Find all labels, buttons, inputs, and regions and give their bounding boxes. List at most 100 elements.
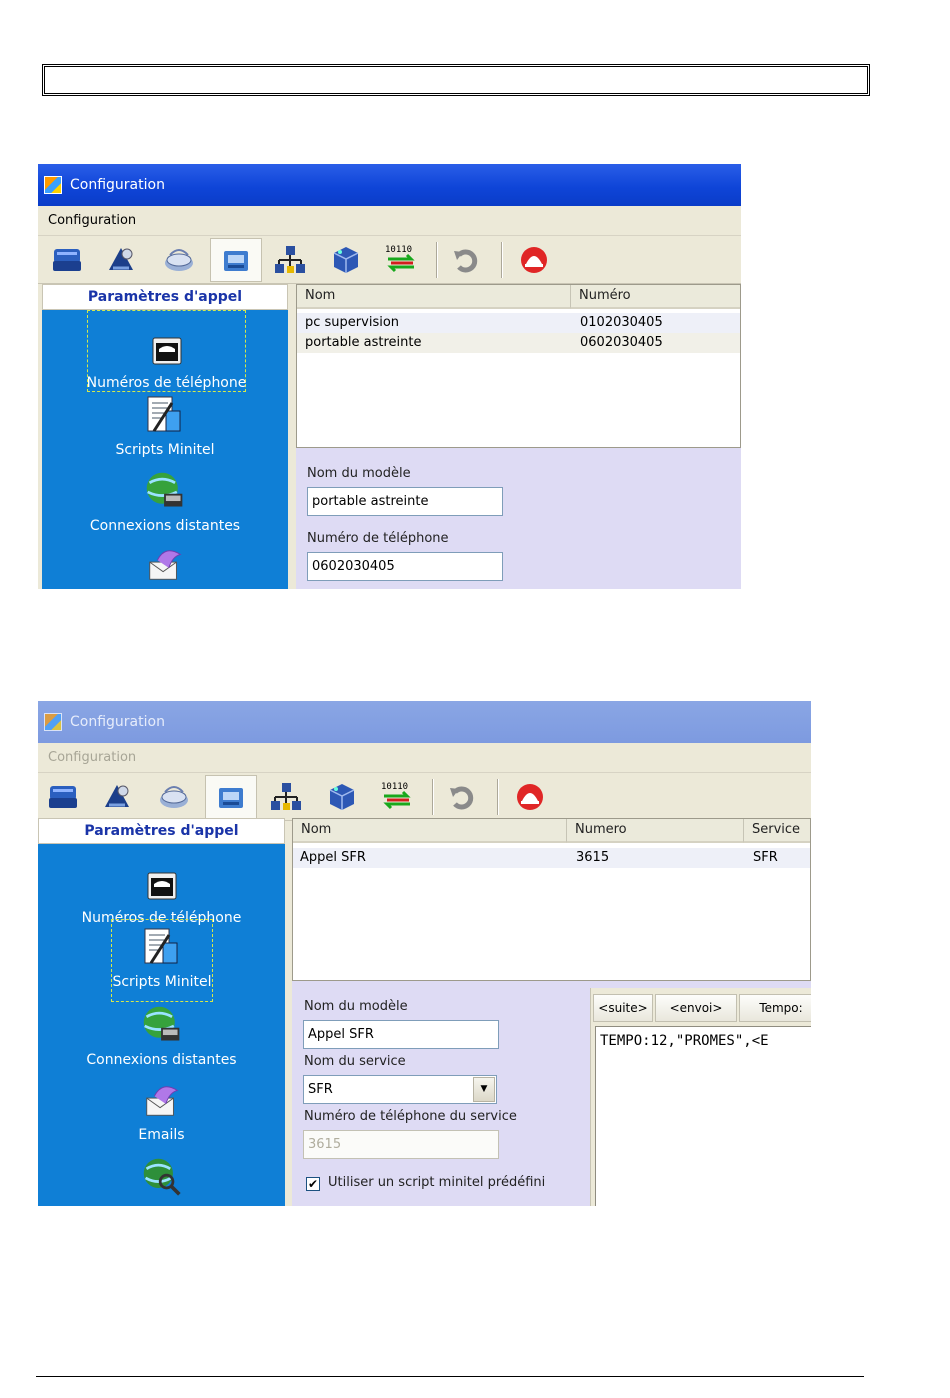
app-icon [44, 713, 62, 731]
cell-nom: pc supervision [305, 315, 400, 330]
service-name-label: Nom du service [304, 1054, 406, 1069]
data-transfer-icon[interactable]: 10110 [382, 241, 420, 279]
sidebar-item-minitel-scripts[interactable]: Scripts Minitel [42, 394, 288, 458]
sidebar-header: Paramètres d'appel [42, 284, 288, 310]
model-name-input[interactable]: portable astreinte [307, 487, 503, 516]
phone-numbers-list: Nom Numéro pc supervision 0102030405 por… [296, 284, 741, 448]
table-row[interactable]: Appel SFR 3615 SFR [293, 848, 810, 868]
menu-configuration[interactable]: Configuration [48, 213, 136, 228]
title-bar[interactable]: Configuration [38, 701, 811, 743]
sidebar-item-label: Scripts Minitel [115, 442, 215, 458]
cube-icon[interactable] [327, 241, 365, 279]
table-row[interactable]: pc supervision 0102030405 [297, 313, 740, 333]
column-header-numero[interactable]: Numéro [571, 285, 740, 309]
email-envelope-icon [144, 541, 186, 587]
detail-form: Nom du modèle Appel SFR Nom du service S… [292, 981, 811, 1206]
document-header-box [42, 64, 870, 96]
model-name-label: Nom du modèle [304, 999, 408, 1014]
data-transfer-icon[interactable]: 10110 [378, 778, 416, 816]
column-header-nom[interactable]: Nom [293, 819, 567, 843]
column-header-numero[interactable]: Numero [567, 819, 744, 843]
chevron-down-icon[interactable]: ▼ [473, 1077, 495, 1102]
model-name-label: Nom du modèle [307, 466, 411, 481]
predefined-script-label: Utiliser un script minitel prédéfini [328, 1175, 546, 1190]
cell-numero: 0602030405 [580, 335, 663, 350]
globe-computer-icon [144, 468, 186, 514]
sidebar-item-remote-connections[interactable]: Connexions distantes [38, 1002, 285, 1068]
title-bar[interactable]: Configuration [38, 164, 741, 206]
column-header-service[interactable]: Service [744, 819, 810, 843]
service-name-select[interactable]: SFR ▼ [303, 1075, 497, 1104]
network-icon[interactable] [271, 241, 309, 279]
cube-icon[interactable] [323, 778, 361, 816]
menu-bar: Configuration [38, 743, 811, 773]
modem-icon[interactable] [160, 241, 198, 279]
menu-bar: Configuration [38, 206, 741, 236]
telephone-icon [141, 866, 183, 906]
telephone-icon [146, 331, 188, 371]
cell-nom: Appel SFR [300, 850, 366, 865]
script-textarea[interactable]: TEMPO:12,"PROMES",<E [595, 1026, 811, 1206]
column-header-nom[interactable]: Nom [297, 285, 571, 309]
detail-form: Nom du modèle portable astreinte Numéro … [296, 448, 741, 589]
toolbar-separator [501, 242, 503, 278]
sidebar-item-label: Scripts Minitel [112, 974, 212, 990]
service-phone-input: 3615 [303, 1130, 499, 1159]
toolbar-separator [497, 779, 499, 815]
transfer-label: 10110 [381, 782, 408, 792]
undo-icon[interactable] [443, 778, 481, 816]
phone-number-input[interactable]: 0602030405 [307, 552, 503, 581]
cell-numero: 0102030405 [580, 315, 663, 330]
sidebar-header: Paramètres d'appel [38, 818, 285, 844]
sidebar-item-emails[interactable] [42, 541, 288, 587]
sidebar-item-label: Emails [138, 1127, 185, 1143]
insert-suite-button[interactable]: <suite> [593, 994, 653, 1022]
script-notepad-icon [144, 394, 186, 438]
wizard-icon[interactable] [102, 241, 140, 279]
sidebar-item-phone-numbers[interactable]: Numéros de téléphone [87, 310, 246, 392]
cell-numero: 3615 [576, 850, 610, 865]
alarm-icon[interactable] [511, 778, 549, 816]
printer-icon[interactable] [44, 778, 82, 816]
undo-icon[interactable] [447, 241, 485, 279]
sidebar-item-ip[interactable] [38, 1154, 285, 1200]
sidebar-item-label: Connexions distantes [89, 518, 241, 534]
configuration-window-1: Configuration Configuration 10110 Paramè… [38, 164, 741, 589]
script-notepad-icon [141, 926, 183, 970]
footer-rule [36, 1376, 864, 1377]
menu-configuration[interactable]: Configuration [48, 750, 136, 765]
wizard-icon[interactable] [98, 778, 136, 816]
window-title: Configuration [70, 177, 165, 193]
toolbar-separator [436, 242, 438, 278]
sidebar-item-remote-connections[interactable]: Connexions distantes [42, 468, 288, 534]
sidebar: Paramètres d'appel Numéros de téléphone … [42, 284, 288, 589]
model-name-input[interactable]: Appel SFR [303, 1020, 499, 1049]
app-icon [44, 176, 62, 194]
globe-search-icon [141, 1154, 183, 1200]
sidebar-item-label: Numéros de téléphone [86, 375, 247, 391]
phone-settings-icon[interactable] [205, 775, 257, 819]
toolbar-separator [432, 779, 434, 815]
predefined-script-checkbox[interactable]: ✔ [306, 1177, 320, 1191]
modem-icon[interactable] [155, 778, 193, 816]
cell-service: SFR [753, 850, 778, 865]
cell-nom: portable astreinte [305, 335, 422, 350]
service-name-value: SFR [308, 1082, 333, 1097]
sidebar-item-emails[interactable]: Emails [38, 1077, 285, 1143]
network-icon[interactable] [267, 778, 305, 816]
insert-tempo-button[interactable]: Tempo: [739, 994, 811, 1022]
phone-settings-icon[interactable] [210, 238, 262, 282]
toolbar: 10110 [38, 236, 741, 284]
toolbar: 10110 [38, 773, 811, 821]
transfer-label: 10110 [385, 245, 412, 255]
alarm-icon[interactable] [515, 241, 553, 279]
sidebar-item-label: Connexions distantes [86, 1052, 237, 1068]
sidebar: Paramètres d'appel Numéros de téléphone … [38, 818, 285, 1206]
email-envelope-icon [141, 1077, 183, 1123]
sidebar-item-phone-numbers[interactable]: Numéros de téléphone [38, 866, 285, 926]
printer-icon[interactable] [48, 241, 86, 279]
table-row[interactable]: portable astreinte 0602030405 [297, 333, 740, 353]
insert-envoi-button[interactable]: <envoi> [655, 994, 737, 1022]
service-phone-label: Numéro de téléphone du service [304, 1109, 517, 1124]
sidebar-item-minitel-scripts[interactable]: Scripts Minitel [111, 919, 213, 1002]
